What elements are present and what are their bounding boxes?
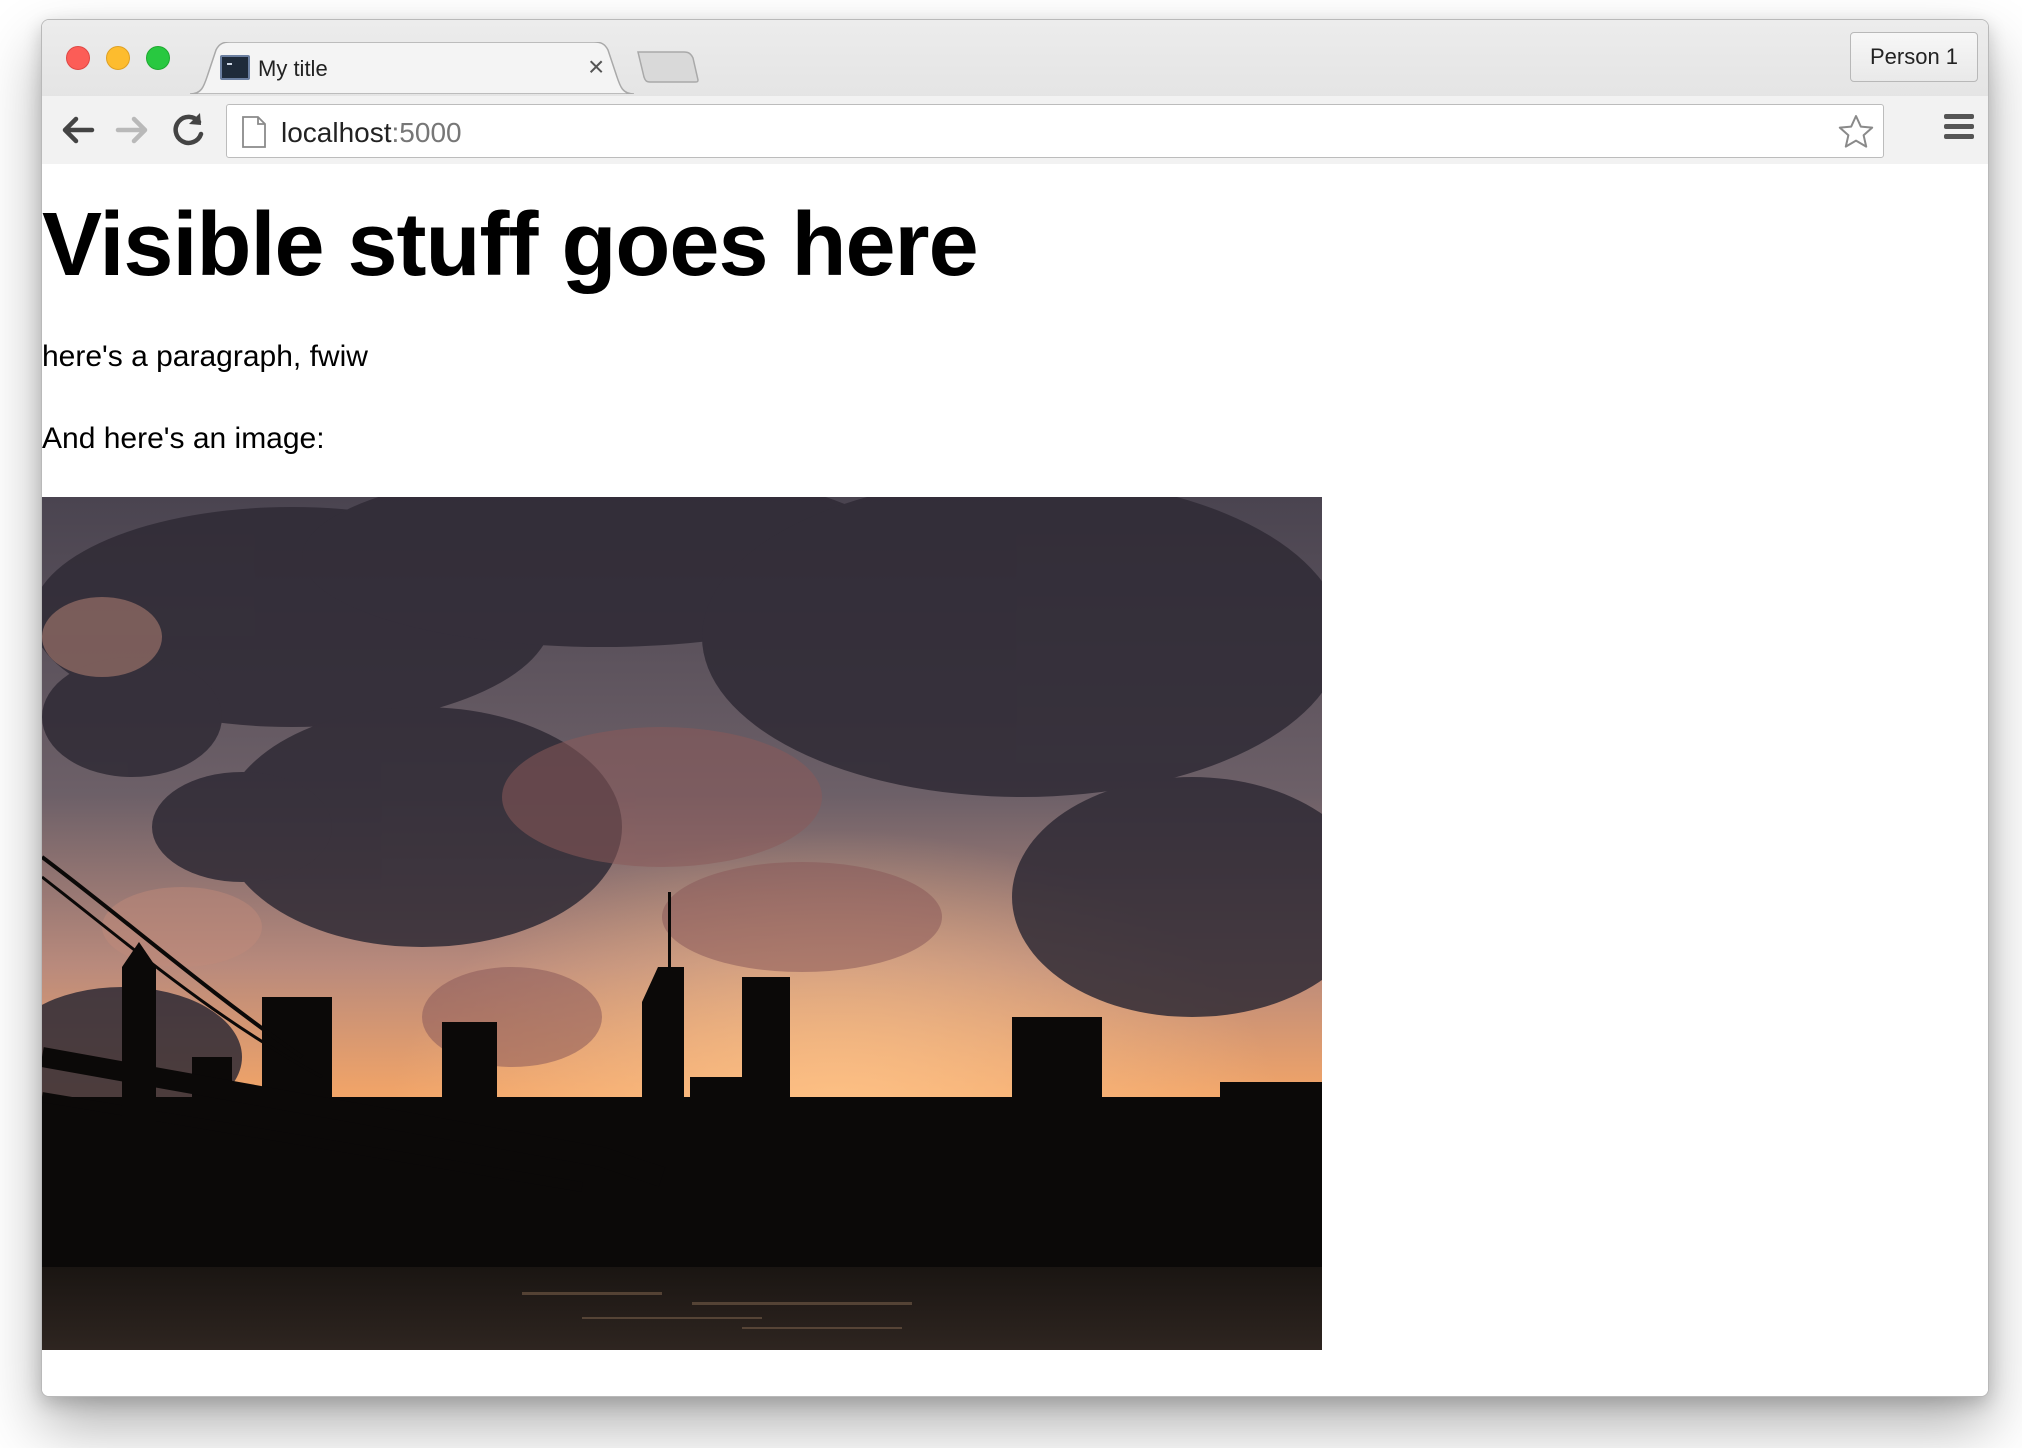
page-heading: Visible stuff goes here [42,195,979,295]
tab-my-title[interactable]: My title × [190,42,634,94]
zoom-window-button[interactable] [146,46,170,70]
paragraph-2: And here's an image: [42,422,325,455]
tab-shape [190,42,634,94]
url-host: localhost [281,117,392,148]
new-tab-button[interactable] [636,50,700,84]
close-window-button[interactable] [66,46,90,70]
url-text: localhost:5000 [281,117,462,149]
close-icon[interactable]: × [588,51,604,83]
url-port: :5000 [391,117,462,148]
tab-title: My title [258,56,328,81]
browser-window: My title × Person 1 localhost:5000 Visib… [41,19,1989,1397]
browser-toolbar: localhost:5000 [42,96,1988,164]
star-icon[interactable] [1837,113,1875,151]
minimize-window-button[interactable] [106,46,130,70]
page-content: Visible stuff goes here here's a paragra… [42,164,1988,1396]
hamburger-menu-icon[interactable] [1944,114,1974,144]
back-arrow-icon[interactable] [56,108,100,152]
profile-button[interactable]: Person 1 [1850,32,1978,82]
paragraph-1: here's a paragraph, fwiw [42,340,368,373]
page-icon [242,116,266,148]
forward-arrow-icon[interactable] [110,108,154,152]
reload-icon[interactable] [166,108,210,152]
skyline-image [42,497,1322,1350]
address-bar[interactable]: localhost:5000 [226,104,1884,158]
terminal-favicon-icon [220,55,250,80]
